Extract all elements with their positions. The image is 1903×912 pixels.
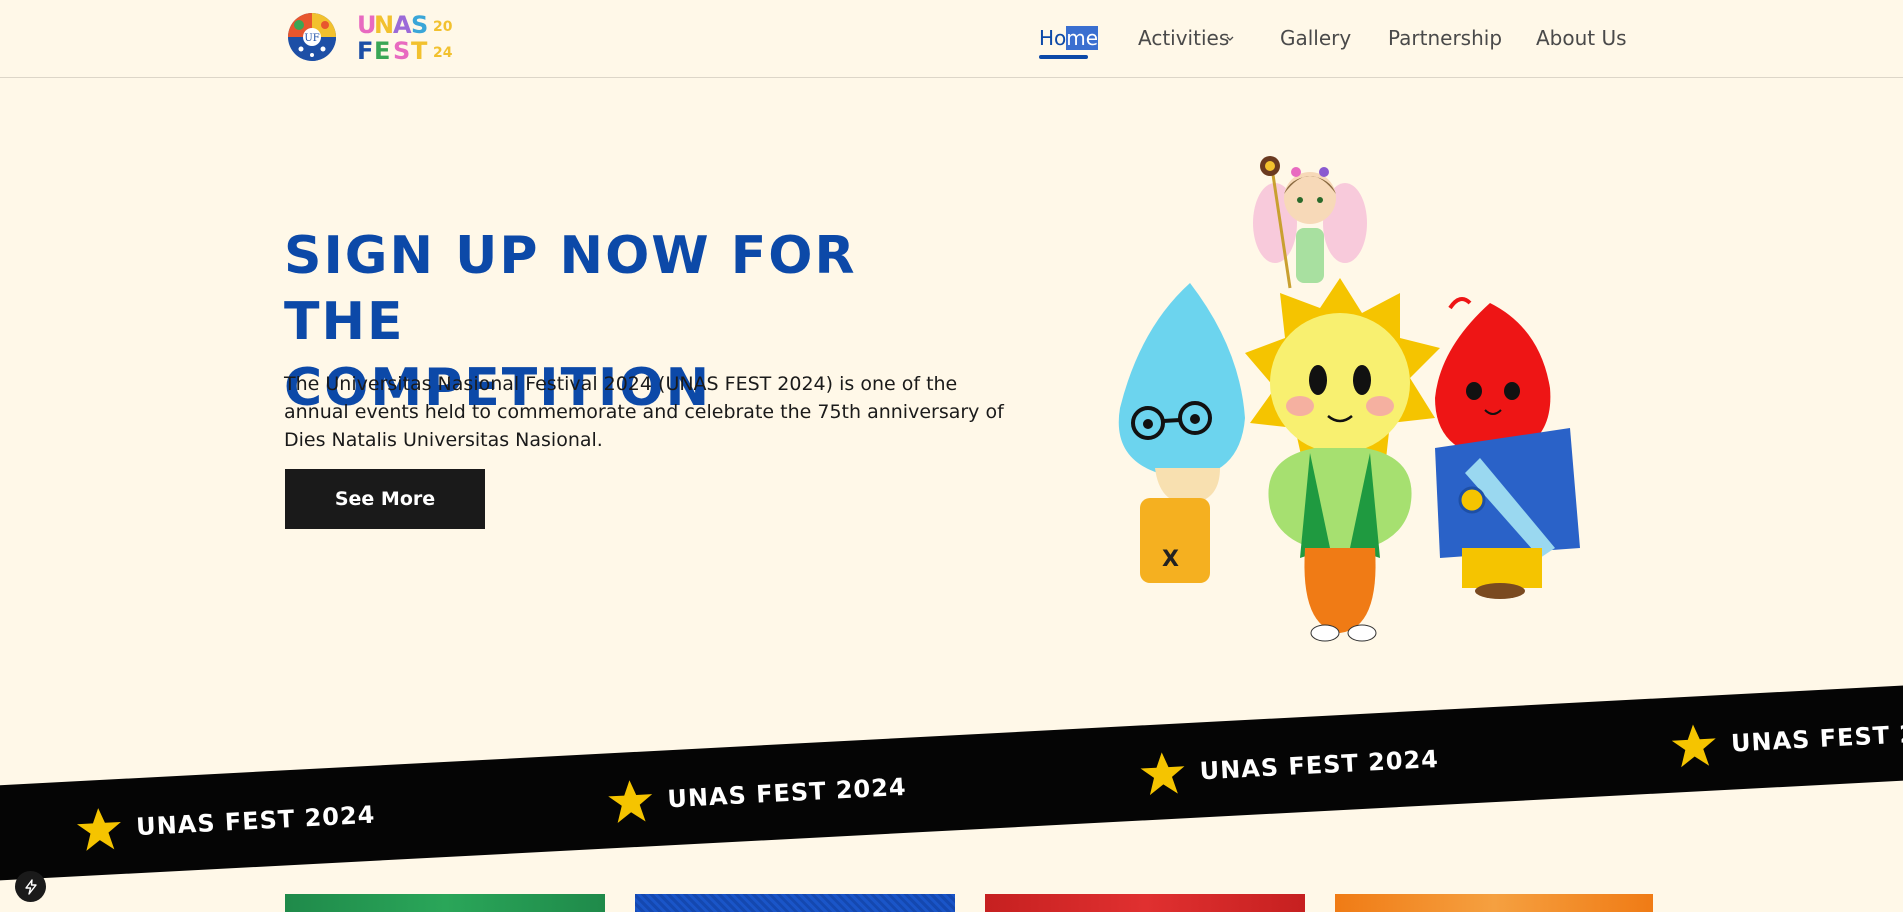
svg-text:X: X	[1162, 547, 1179, 572]
ribbon-item: UNAS FEST 2024	[606, 764, 907, 826]
activity-card-orange[interactable]	[1335, 894, 1653, 912]
nav-about-us[interactable]: About Us	[1536, 26, 1627, 50]
star-icon	[608, 780, 653, 823]
see-more-button[interactable]: See More	[285, 469, 485, 529]
ribbon-text: UNAS FEST 2024	[135, 800, 377, 842]
nav-gallery[interactable]: Gallery	[1280, 26, 1351, 50]
ribbon-item: UNAS FEST 20	[1670, 710, 1903, 770]
nav-home-label-a: Ho	[1039, 26, 1067, 50]
activity-card-red[interactable]	[985, 894, 1305, 912]
ribbon-item: UNAS FEST 2024	[1139, 736, 1440, 798]
svg-text:UF: UF	[304, 33, 319, 44]
chevron-down-icon[interactable]	[1225, 33, 1235, 43]
nav-home-label-b: me	[1066, 26, 1099, 50]
hero-description: The Universitas Nasional Festival 2024 (…	[284, 373, 1004, 451]
svg-text:N: N	[374, 11, 394, 39]
marquee-ribbon: UNAS FEST 2024 UNAS FEST 2024 UNAS FEST …	[0, 682, 1903, 883]
ribbon-text: UNAS FEST 2024	[1199, 744, 1440, 786]
svg-text:24: 24	[433, 45, 453, 61]
nav-home[interactable]: Home	[1039, 26, 1099, 50]
ribbon-text: UNAS FEST 20	[1730, 718, 1903, 758]
nav-activities[interactable]: Activities	[1138, 26, 1229, 50]
sun-mascot-icon	[1245, 278, 1440, 642]
svg-text:S: S	[411, 11, 428, 39]
svg-text:E: E	[374, 37, 390, 63]
star-icon	[1140, 752, 1185, 796]
unas-fest-wordmark-icon[interactable]: U N A S F E S T 20 24	[357, 11, 477, 63]
star-icon	[1671, 724, 1716, 768]
fire-mascot-icon	[1435, 297, 1580, 599]
nav-partnership[interactable]: Partnership	[1388, 26, 1502, 50]
hero-title-line-1: SIGN UP NOW FOR THE	[284, 226, 857, 352]
water-drop-mascot-icon: X	[1118, 283, 1245, 583]
svg-text:S: S	[393, 37, 410, 63]
svg-text:F: F	[357, 37, 373, 63]
svg-text:20: 20	[433, 19, 453, 35]
ribbon-item: UNAS FEST 2024	[75, 792, 376, 854]
activity-card-green[interactable]	[285, 894, 605, 912]
ribbon-text: UNAS FEST 2024	[666, 772, 908, 814]
nav-active-indicator	[1039, 55, 1088, 59]
site-header: UF U N A S F E S T 20 24 Home Activities…	[0, 0, 1903, 78]
activity-card-blue[interactable]	[635, 894, 955, 912]
star-icon	[76, 808, 121, 851]
bolt-icon	[24, 878, 37, 895]
svg-text:T: T	[411, 37, 428, 63]
floating-action-button[interactable]	[15, 871, 46, 902]
mascots-illustration: X	[1118, 156, 1580, 642]
fairy-mascot-icon	[1253, 156, 1367, 289]
unas-logo-icon[interactable]: UF	[287, 11, 337, 63]
svg-text:A: A	[393, 11, 412, 39]
